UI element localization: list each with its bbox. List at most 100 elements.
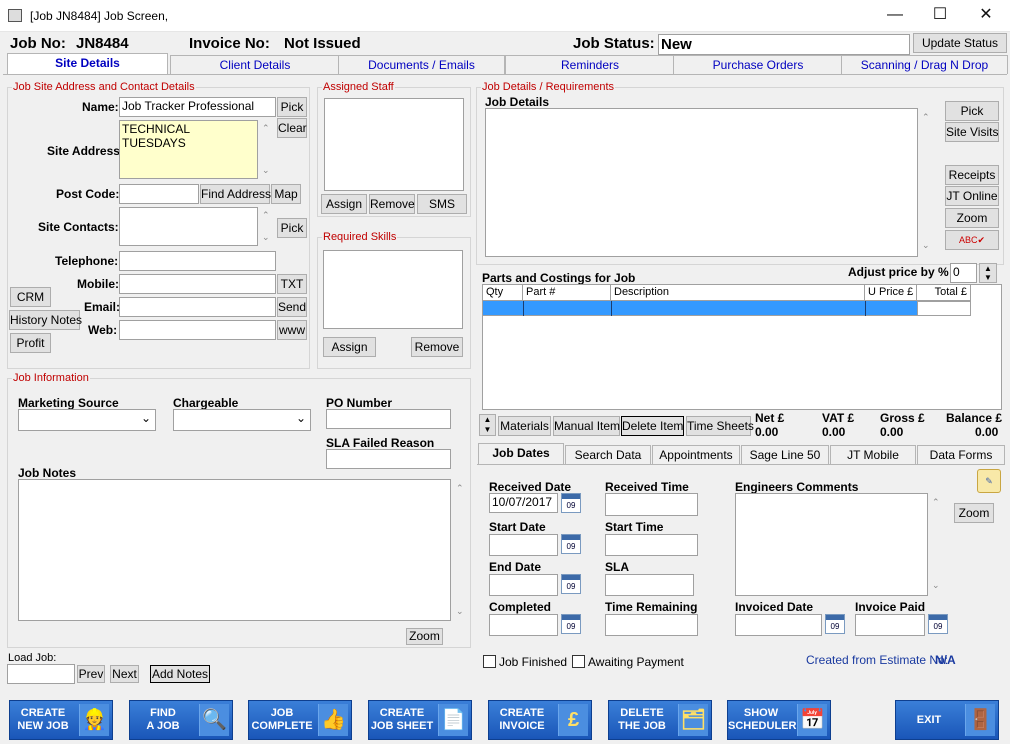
- materials-button[interactable]: Materials: [498, 416, 551, 436]
- notepad-icon[interactable]: ✎: [977, 469, 1001, 493]
- tab-reminders[interactable]: Reminders: [505, 55, 675, 74]
- po-number-field[interactable]: [326, 409, 451, 429]
- engineers-comments-field[interactable]: [735, 493, 928, 596]
- selected-row[interactable]: [483, 301, 917, 316]
- remove-skill-button[interactable]: Remove: [411, 337, 463, 357]
- details-scroll-up[interactable]: ⌃: [922, 112, 930, 123]
- notes-scroll-down[interactable]: ⌄: [456, 606, 464, 617]
- site-visits-button[interactable]: Site Visits: [945, 122, 999, 142]
- adjust-spinner[interactable]: ▲ ▼: [979, 263, 997, 283]
- address-scroll-down[interactable]: ⌄: [262, 165, 270, 176]
- mobile-field[interactable]: [119, 274, 276, 294]
- prev-button[interactable]: Prev: [77, 665, 105, 683]
- assigned-staff-list[interactable]: [324, 98, 464, 191]
- telephone-field[interactable]: [119, 251, 276, 271]
- completed-calendar-icon[interactable]: 09: [561, 614, 581, 634]
- received-time-field[interactable]: [605, 493, 698, 516]
- tab-jt-mobile[interactable]: JT Mobile: [830, 445, 916, 464]
- create-job-sheet-button[interactable]: CREATE JOB SHEET 📄: [368, 700, 472, 740]
- col-qty[interactable]: Qty: [483, 285, 523, 301]
- name-pick-button[interactable]: Pick: [277, 97, 307, 117]
- invoice-paid-calendar-icon[interactable]: 09: [928, 614, 948, 634]
- received-date-calendar-icon[interactable]: 09: [561, 493, 581, 513]
- parts-grid[interactable]: Qty Part # Description U Price £ Total £: [482, 284, 1002, 410]
- map-button[interactable]: Map: [271, 184, 301, 204]
- close-button[interactable]: ✕: [963, 0, 1009, 30]
- show-scheduler-button[interactable]: SHOW SCHEDULER 📅: [727, 700, 831, 740]
- name-field[interactable]: Job Tracker Professional: [119, 97, 276, 117]
- create-new-job-button[interactable]: CREATE NEW JOB 👷: [9, 700, 113, 740]
- delete-job-button[interactable]: DELETE THE JOB 🗂: [608, 700, 712, 740]
- remove-staff-button[interactable]: Remove: [369, 194, 415, 214]
- tab-appointments[interactable]: Appointments: [652, 445, 740, 464]
- invoiced-date-field[interactable]: [735, 614, 822, 636]
- details-zoom-button[interactable]: Zoom: [945, 208, 999, 228]
- invoice-paid-field[interactable]: [855, 614, 925, 636]
- address-clear-button[interactable]: Clear: [277, 118, 307, 138]
- address-scroll-up[interactable]: ⌃: [262, 123, 270, 134]
- tab-job-dates[interactable]: Job Dates: [478, 443, 564, 465]
- postcode-field[interactable]: [119, 184, 199, 204]
- adjust-price-field[interactable]: 0: [950, 263, 977, 283]
- job-status-field[interactable]: New: [658, 34, 910, 55]
- sla-field[interactable]: [605, 574, 694, 596]
- crm-button[interactable]: CRM: [10, 287, 51, 307]
- time-remaining-field[interactable]: [605, 614, 698, 636]
- load-job-field[interactable]: [7, 664, 75, 684]
- contacts-scroll-down[interactable]: ⌄: [262, 232, 270, 243]
- total-cell[interactable]: [917, 301, 971, 316]
- job-notes-field[interactable]: [18, 479, 451, 621]
- minimize-button[interactable]: —: [872, 0, 918, 30]
- tab-documents-emails[interactable]: Documents / Emails: [338, 55, 505, 74]
- invoiced-date-calendar-icon[interactable]: 09: [825, 614, 845, 634]
- tab-site-details[interactable]: Site Details: [7, 53, 168, 75]
- history-notes-button[interactable]: History Notes: [9, 310, 82, 330]
- next-button[interactable]: Next: [110, 665, 139, 683]
- comments-zoom-button[interactable]: Zoom: [954, 503, 994, 523]
- maximize-button[interactable]: ☐: [917, 0, 963, 30]
- awaiting-payment-checkbox[interactable]: [572, 655, 585, 668]
- start-date-field[interactable]: [489, 534, 558, 556]
- tab-search-data[interactable]: Search Data: [565, 445, 651, 464]
- jt-online-button[interactable]: JT Online: [945, 186, 999, 206]
- find-job-button[interactable]: FIND A JOB 🔍: [129, 700, 233, 740]
- chargeable-select[interactable]: [173, 409, 311, 431]
- notes-zoom-button[interactable]: Zoom: [406, 628, 443, 645]
- end-date-calendar-icon[interactable]: 09: [561, 574, 581, 594]
- col-part[interactable]: Part #: [523, 285, 611, 301]
- parts-scroll-spinner[interactable]: ▲ ▼: [479, 414, 496, 436]
- send-button[interactable]: Send: [277, 297, 307, 317]
- details-scroll-down[interactable]: ⌄: [922, 240, 930, 251]
- job-finished-checkbox[interactable]: [483, 655, 496, 668]
- web-field[interactable]: [119, 320, 276, 340]
- marketing-source-select[interactable]: [18, 409, 156, 431]
- tab-scanning[interactable]: Scanning / Drag N Drop: [841, 55, 1008, 74]
- assign-skill-button[interactable]: Assign: [323, 337, 376, 357]
- received-date-field[interactable]: 10/07/2017: [489, 493, 558, 513]
- create-invoice-button[interactable]: CREATE INVOICE £: [488, 700, 592, 740]
- txt-button[interactable]: TXT: [277, 274, 307, 294]
- job-details-field[interactable]: [485, 108, 918, 257]
- col-description[interactable]: Description: [611, 285, 865, 301]
- add-notes-button[interactable]: Add Notes: [150, 665, 210, 683]
- www-button[interactable]: www: [277, 320, 307, 340]
- time-sheets-button[interactable]: Time Sheets: [686, 416, 754, 436]
- end-date-field[interactable]: [489, 574, 558, 596]
- completed-field[interactable]: [489, 614, 558, 636]
- assign-staff-button[interactable]: Assign: [321, 194, 367, 214]
- details-pick-button[interactable]: Pick: [945, 101, 999, 121]
- update-status-button[interactable]: Update Status: [913, 33, 1007, 53]
- email-field[interactable]: [119, 297, 276, 317]
- start-time-field[interactable]: [605, 534, 698, 556]
- sla-failed-field[interactable]: [326, 449, 451, 469]
- contacts-scroll-up[interactable]: ⌃: [262, 210, 270, 221]
- find-address-button[interactable]: Find Address: [200, 184, 271, 204]
- required-skills-list[interactable]: [323, 250, 463, 329]
- col-total[interactable]: Total £: [917, 285, 971, 301]
- start-date-calendar-icon[interactable]: 09: [561, 534, 581, 554]
- exit-button[interactable]: EXIT 🚪: [895, 700, 999, 740]
- profit-button[interactable]: Profit: [10, 333, 51, 353]
- site-contacts-field[interactable]: [119, 207, 258, 246]
- manual-item-button[interactable]: Manual Item: [553, 416, 620, 436]
- delete-item-button[interactable]: Delete Item: [621, 416, 684, 436]
